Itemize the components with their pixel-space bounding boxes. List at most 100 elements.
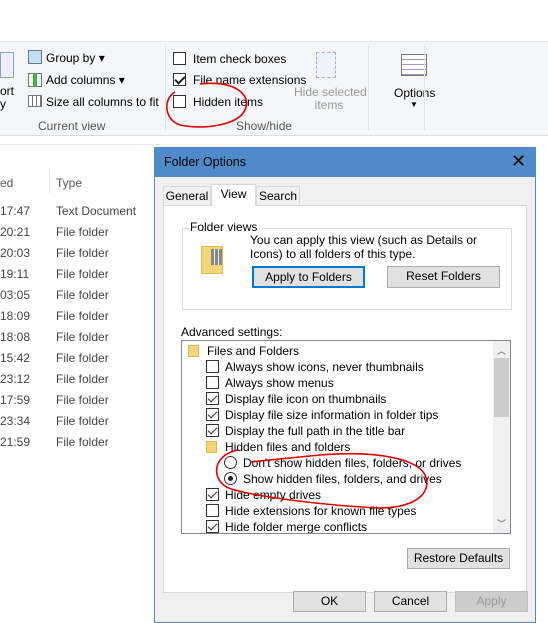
column-header-date[interactable]: ed bbox=[0, 176, 13, 190]
column-header-type[interactable]: Type bbox=[56, 176, 82, 190]
scrollbar[interactable]: ︿ ﹀ bbox=[493, 341, 510, 533]
group-by-label: Group by bbox=[46, 51, 96, 65]
size-all-columns-button[interactable]: Size all columns to fit bbox=[46, 95, 159, 109]
ribbon-tabs-area bbox=[0, 0, 548, 42]
table-row[interactable]: 20:21 File folder bbox=[0, 222, 160, 243]
close-icon[interactable]: ✕ bbox=[511, 151, 526, 172]
row-time: 23:34 bbox=[0, 414, 31, 428]
divider bbox=[368, 46, 369, 130]
tree-item-label: Don't show hidden files, folders, or dri… bbox=[243, 456, 462, 470]
apply-button[interactable]: Apply bbox=[455, 591, 528, 612]
row-time: 21:59 bbox=[0, 435, 31, 449]
table-row[interactable]: 17:59 File folder bbox=[0, 390, 160, 411]
divider bbox=[424, 46, 425, 130]
table-row[interactable]: 18:09 File folder bbox=[0, 306, 160, 327]
file-name-extensions-checkbox[interactable] bbox=[173, 73, 186, 86]
checkbox[interactable] bbox=[206, 520, 219, 533]
table-row[interactable]: 15:42 File folder bbox=[0, 348, 160, 369]
sort-by-button-label2[interactable]: y bbox=[0, 97, 6, 111]
apply-to-folders-button[interactable]: Apply to Folders bbox=[252, 266, 365, 288]
advanced-settings-label: Advanced settings: bbox=[181, 325, 283, 339]
file-list: ed Type 17:47 Text Document 20:21 File fold… bbox=[0, 137, 160, 623]
table-row[interactable]: 03:05 File folder bbox=[0, 285, 160, 306]
tree-item-label: Show hidden files, folders, and drives bbox=[243, 472, 442, 486]
tab-search[interactable]: Search bbox=[256, 186, 300, 206]
radio-button[interactable] bbox=[224, 472, 237, 485]
hide-selected-items-button[interactable]: Hide selected items bbox=[294, 86, 367, 112]
row-type: File folder bbox=[56, 225, 109, 239]
list-top bbox=[0, 137, 160, 145]
row-type: File folder bbox=[56, 309, 109, 323]
tree-item-label: Display file icon on thumbnails bbox=[225, 392, 387, 406]
row-type: Text Document bbox=[56, 204, 137, 218]
tab-general[interactable]: General bbox=[163, 186, 211, 206]
checkbox[interactable] bbox=[206, 392, 219, 405]
checkbox[interactable] bbox=[206, 424, 219, 437]
column-divider[interactable] bbox=[49, 169, 50, 193]
radio-button[interactable] bbox=[224, 456, 237, 469]
options-button[interactable]: Options ▼ bbox=[394, 86, 436, 109]
table-row[interactable]: 18:08 File folder bbox=[0, 327, 160, 348]
sort-icon bbox=[0, 52, 14, 78]
table-row[interactable]: 19:11 File folder bbox=[0, 264, 160, 285]
tree-item-label: Display file size information in folder … bbox=[225, 408, 439, 422]
folder-options-dialog: Folder Options ✕ General View Search Fol… bbox=[154, 147, 536, 623]
checkbox[interactable] bbox=[206, 408, 219, 421]
scroll-down-icon[interactable]: ﹀ bbox=[497, 517, 506, 530]
hidden-items-checkbox[interactable] bbox=[173, 95, 186, 108]
reset-folders-button[interactable]: Reset Folders bbox=[387, 266, 500, 288]
folder-icon bbox=[206, 441, 217, 453]
item-check-boxes-label: Item check boxes bbox=[193, 52, 287, 66]
table-row[interactable]: 23:34 File folder bbox=[0, 411, 160, 432]
tree-item-label: Always show icons, never thumbnails bbox=[225, 360, 424, 374]
view-tab-panel: Folder views You can apply this view (su… bbox=[163, 205, 527, 593]
item-check-boxes-checkbox[interactable] bbox=[173, 52, 186, 65]
folder-icon bbox=[188, 345, 199, 357]
row-time: 03:05 bbox=[0, 288, 31, 302]
add-columns-button[interactable]: Add columns ▾ bbox=[46, 73, 125, 87]
scroll-up-icon[interactable]: ︿ bbox=[497, 344, 506, 357]
checkbox[interactable] bbox=[206, 504, 219, 517]
tree-item-label: Hide extensions for known file types bbox=[225, 504, 417, 518]
table-row[interactable]: 20:03 File folder bbox=[0, 243, 160, 264]
tree-item-label: Files and Folders bbox=[207, 344, 300, 358]
group-by-button[interactable]: Group by ▾ bbox=[46, 51, 105, 65]
restore-defaults-button[interactable]: Restore Defaults bbox=[407, 548, 510, 569]
folder-view-icon bbox=[201, 246, 223, 274]
row-time: 20:21 bbox=[0, 225, 31, 239]
checkbox[interactable] bbox=[206, 376, 219, 389]
table-row[interactable]: 17:47 Text Document bbox=[0, 201, 160, 222]
row-type: File folder bbox=[56, 372, 109, 386]
advanced-settings-tree: Files and Folders Always show icons, neve… bbox=[181, 340, 511, 534]
row-time: 15:42 bbox=[0, 351, 31, 365]
checkbox[interactable] bbox=[206, 360, 219, 373]
row-type: File folder bbox=[56, 267, 109, 281]
row-type: File folder bbox=[56, 435, 109, 449]
checkbox[interactable] bbox=[206, 488, 219, 501]
row-time: 18:09 bbox=[0, 309, 31, 323]
tree-item-label: Always show menus bbox=[225, 376, 334, 390]
cancel-button[interactable]: Cancel bbox=[374, 591, 447, 612]
row-type: File folder bbox=[56, 393, 109, 407]
sort-by-button-label[interactable]: ort bbox=[0, 84, 14, 98]
divider bbox=[165, 46, 166, 130]
tree-item-label: Hide empty drives bbox=[225, 488, 322, 502]
folder-views-label: Folder views bbox=[188, 220, 260, 234]
row-type: File folder bbox=[56, 330, 109, 344]
row-type: File folder bbox=[56, 246, 109, 260]
current-view-group-label: Current view bbox=[38, 119, 106, 133]
tree-item-label: Display the full path in the title bar bbox=[225, 424, 406, 438]
scrollbar-thumb[interactable] bbox=[494, 358, 509, 417]
table-row[interactable]: 21:59 File folder bbox=[0, 432, 160, 453]
tab-view[interactable]: View bbox=[211, 184, 256, 206]
ok-button[interactable]: OK bbox=[293, 591, 366, 612]
title-bar: Folder Options ✕ bbox=[155, 148, 535, 177]
row-time: 17:47 bbox=[0, 204, 31, 218]
size-columns-icon bbox=[28, 95, 42, 107]
hidden-items-label: Hidden items bbox=[193, 95, 264, 109]
options-label: Options bbox=[394, 86, 436, 100]
row-time: 17:59 bbox=[0, 393, 31, 407]
row-time: 20:03 bbox=[0, 246, 31, 260]
table-row[interactable]: 23:12 File folder bbox=[0, 369, 160, 390]
hide-selected-icon bbox=[316, 52, 336, 78]
